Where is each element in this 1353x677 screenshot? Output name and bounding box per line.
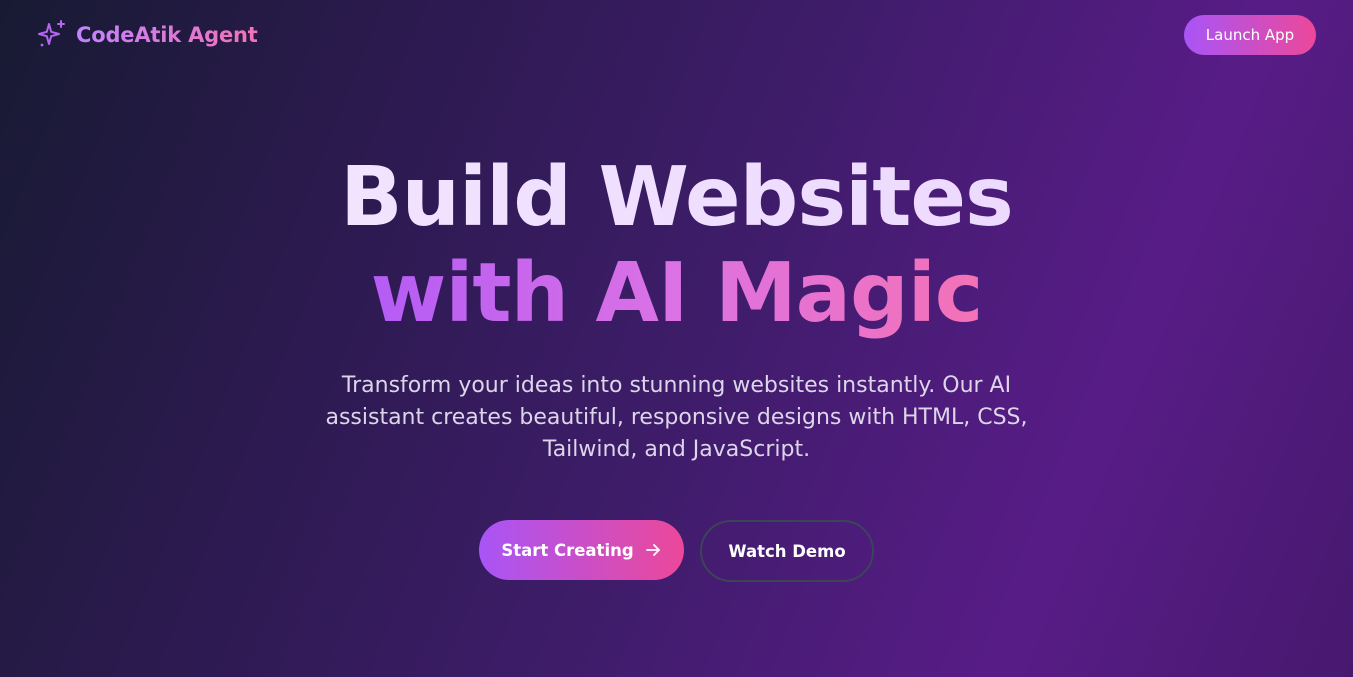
launch-app-button[interactable]: Launch App [1184,15,1316,55]
watch-demo-button[interactable]: Watch Demo [700,520,874,582]
start-creating-label: Start Creating [501,540,634,560]
start-creating-button[interactable]: Start Creating [479,520,684,580]
hero-headline: Build Websites with AI Magic [0,150,1353,342]
cta-row: Start Creating Watch Demo [0,520,1353,582]
hero-subtitle: Transform your ideas into stunning websi… [325,373,1028,462]
site-header: CodeAtik Agent Launch App [0,0,1353,72]
headline-line-1: Build Websites [0,150,1353,246]
hero-section: Build Websites with AI Magic Transform y… [0,150,1353,466]
arrow-right-icon [645,544,660,556]
sparkles-icon [38,20,65,47]
headline-line-2: with AI Magic [370,246,984,341]
brand-logo[interactable]: CodeAtik Agent [36,19,258,51]
brand-name: CodeAtik Agent [76,19,258,51]
